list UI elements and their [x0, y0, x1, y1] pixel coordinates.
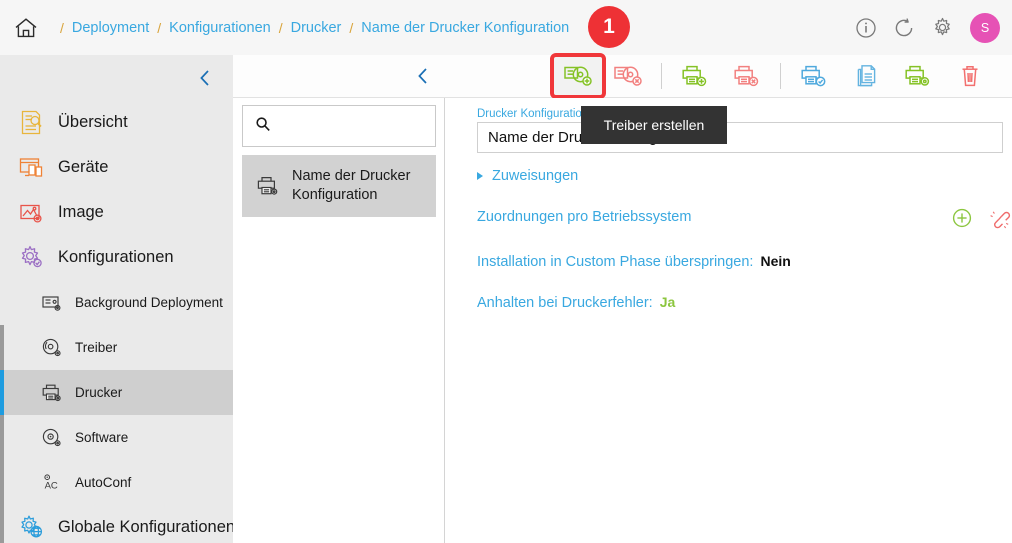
breadcrumb-separator-3: /	[349, 19, 354, 36]
sidebar-subitem-label: Treiber	[75, 340, 118, 355]
add-printer-button[interactable]	[669, 56, 721, 96]
breadcrumb: / Deployment / Konfigurationen / Drucker…	[52, 0, 569, 55]
property-value: Ja	[659, 294, 676, 310]
breadcrumb-separator-1: /	[157, 19, 162, 36]
breadcrumb-item-current[interactable]: Name der Drucker Konfiguration	[361, 20, 569, 36]
app-window: / Deployment / Konfigurationen / Drucker…	[0, 0, 1012, 543]
breadcrumb-item-konfigurationen[interactable]: Konfigurationen	[169, 20, 271, 36]
info-icon[interactable]	[850, 12, 882, 44]
add-circle-icon[interactable]	[950, 206, 974, 230]
sidebar-item-label: Image	[58, 203, 104, 221]
configurations-gear-icon	[14, 241, 48, 275]
search-icon	[255, 116, 271, 137]
sidebar-item-konfigurationen[interactable]: Konfigurationen	[0, 235, 233, 280]
breadcrumb-separator-0: /	[60, 19, 64, 36]
svg-text:AC: AC	[45, 480, 58, 491]
delete-button[interactable]	[944, 56, 996, 96]
unlink-icon[interactable]	[988, 206, 1012, 230]
avatar[interactable]: S	[970, 12, 1000, 43]
content-toolbar	[233, 53, 1012, 99]
sidebar-subitem-label: Drucker	[75, 385, 123, 400]
assignments-expander[interactable]: Zuweisungen	[477, 168, 578, 184]
autoconf-ac-icon: AC	[38, 469, 66, 497]
step-badge-1: 1	[588, 6, 630, 48]
sidebar-footer-label: Globale Konfigurationen	[58, 518, 233, 536]
property-value: Nein	[760, 253, 791, 269]
sidebar-subitem-label: Background Deployment	[75, 295, 223, 310]
top-header-bar: / Deployment / Konfigurationen / Drucker…	[0, 0, 1012, 55]
sidebar-item-globale-konfigurationen[interactable]: Globale Konfigurationen	[0, 505, 233, 543]
printer-icon	[38, 379, 66, 407]
printer-config-name-input[interactable]	[486, 128, 1002, 147]
assignments-expander-label: Zuweisungen	[492, 168, 579, 184]
breadcrumb-item-deployment[interactable]: Deployment	[72, 20, 149, 36]
sidebar-item-image[interactable]: Image	[0, 190, 233, 235]
property-row-stop-on-printer-error: Anhalten bei Druckerfehler: Ja	[477, 294, 675, 311]
sidebar-collapse-button[interactable]	[0, 55, 233, 100]
search-input[interactable]	[279, 117, 429, 135]
devices-monitor-icon	[14, 151, 48, 185]
toolbar-divider	[780, 63, 781, 89]
breadcrumb-item-drucker[interactable]: Drucker	[291, 20, 342, 36]
image-picture-gear-icon	[14, 196, 48, 230]
sidebar-subitem-label: AutoConf	[75, 475, 132, 490]
triangle-right-icon	[477, 172, 483, 180]
content-panel: Drucker Konfigurationsname Zuweisungen Z…	[446, 98, 1012, 543]
sidebar-item-autoconf[interactable]: AC AutoConf	[0, 460, 233, 505]
sidebar: Übersicht Geräte Image Konfigurationen B…	[0, 55, 233, 543]
printer-settings-button[interactable]	[892, 56, 944, 96]
overview-document-search-icon	[14, 106, 48, 140]
search-box[interactable]	[242, 105, 436, 147]
printer-icon	[254, 174, 282, 198]
driver-disc-icon	[38, 334, 66, 362]
os-assignments-label: Zuordnungen pro Betriebssystem	[477, 209, 692, 225]
os-assignments-actions	[950, 206, 1012, 230]
sidebar-item-software[interactable]: Software	[0, 415, 233, 460]
global-configurations-globe-gear-icon	[14, 511, 48, 543]
sidebar-item-background-deployment[interactable]: Background Deployment	[0, 280, 233, 325]
property-key: Installation in Custom Phase überspringe…	[477, 254, 754, 270]
sidebar-item-label: Konfigurationen	[58, 248, 174, 266]
background-deployment-icon	[38, 289, 66, 317]
sidebar-item-label: Geräte	[58, 158, 109, 176]
sidebar-subitem-label: Software	[75, 430, 129, 445]
sidebar-item-treiber[interactable]: Treiber	[0, 325, 233, 370]
list-item-label: Name der Drucker Konfiguration	[292, 168, 411, 203]
configuration-list-panel: Name der Drucker Konfiguration	[233, 98, 445, 543]
delete-driver-button[interactable]	[602, 56, 654, 96]
sidebar-item-geraete[interactable]: Geräte	[0, 145, 233, 190]
sidebar-item-uebersicht[interactable]: Übersicht	[0, 100, 233, 145]
os-assignments-row: Zuordnungen pro Betriebssystem	[477, 209, 1003, 225]
toolbar-actions	[550, 53, 1012, 99]
printer-config-name-field[interactable]	[477, 122, 1003, 153]
header-actions: S	[850, 0, 1002, 55]
toolbar-divider	[661, 63, 662, 89]
refresh-icon[interactable]	[888, 12, 920, 44]
copy-document-button[interactable]	[840, 56, 892, 96]
property-row-skip-custom-phase: Installation in Custom Phase überspringe…	[477, 253, 791, 270]
create-driver-button[interactable]	[550, 53, 606, 99]
sidebar-item-label: Übersicht	[58, 113, 128, 131]
delete-printer-button[interactable]	[721, 56, 773, 96]
sidebar-item-drucker[interactable]: Drucker	[0, 370, 233, 415]
home-icon[interactable]	[0, 0, 52, 55]
back-button[interactable]	[399, 55, 447, 98]
test-printer-button[interactable]	[788, 56, 840, 96]
gear-icon[interactable]	[926, 12, 958, 44]
software-disc-icon	[38, 424, 66, 452]
breadcrumb-separator-2: /	[278, 19, 283, 36]
list-item[interactable]: Name der Drucker Konfiguration	[242, 155, 436, 217]
tooltip: Treiber erstellen	[581, 106, 727, 144]
property-key: Anhalten bei Druckerfehler:	[477, 295, 653, 311]
